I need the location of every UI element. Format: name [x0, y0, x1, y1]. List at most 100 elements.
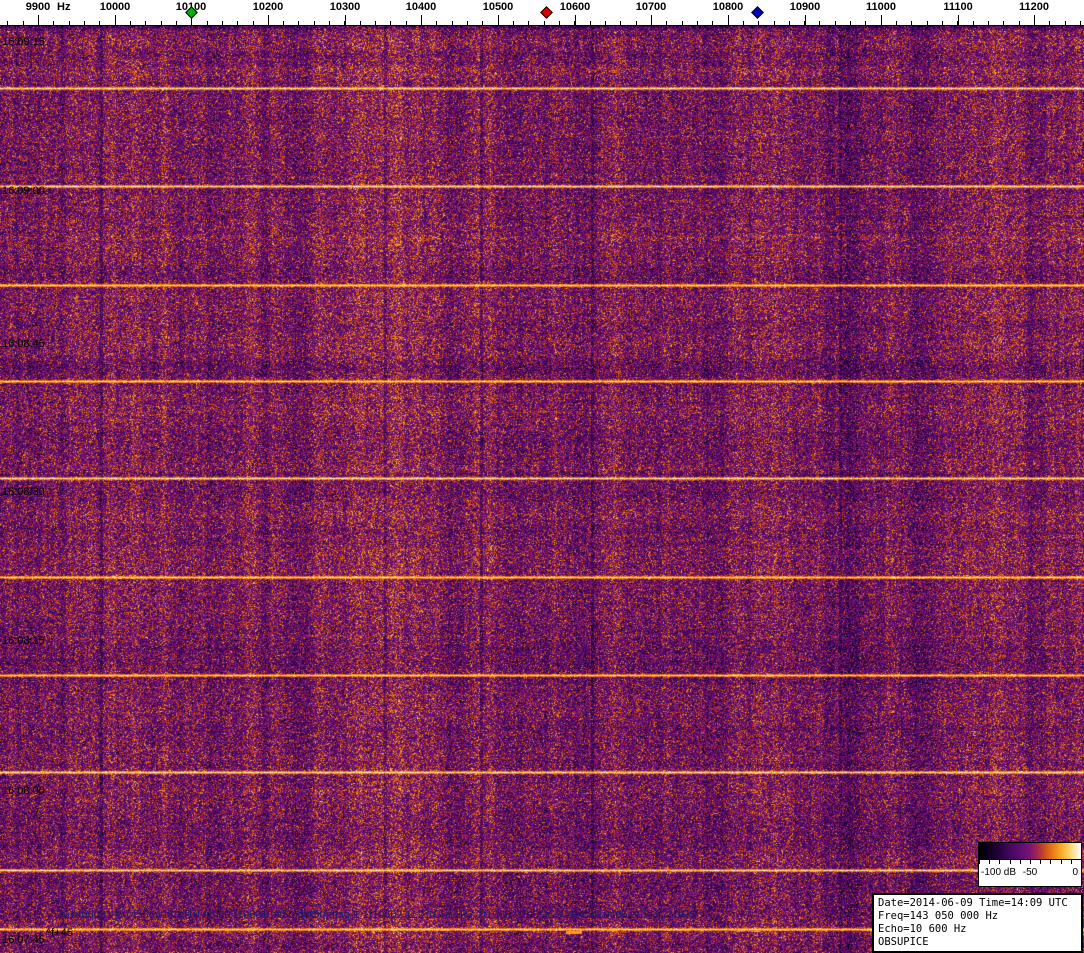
- freq-minor-tick: [222, 21, 223, 26]
- freq-minor-tick: [84, 21, 85, 26]
- freq-minor-tick: [636, 21, 637, 26]
- freq-minor-tick: [712, 21, 713, 26]
- red-diamond-marker-icon[interactable]: [540, 6, 553, 19]
- amplitude-color-scale: -100 dB -50 0: [978, 842, 1082, 887]
- scale-tick: [1070, 860, 1072, 864]
- freq-minor-tick: [283, 21, 284, 26]
- freq-minor-tick: [513, 21, 514, 26]
- freq-tick-label: 10600: [559, 1, 591, 13]
- freq-minor-tick: [207, 21, 208, 26]
- freq-minor-tick: [850, 21, 851, 26]
- freq-minor-tick: [298, 21, 299, 26]
- freq-minor-tick: [406, 21, 407, 26]
- spectrum-waterfall-app: Hz 9900100001010010200103001040010500106…: [0, 0, 1084, 953]
- freq-minor-tick: [728, 21, 729, 26]
- freq-major-tick: [805, 15, 806, 26]
- scale-tick: [1009, 860, 1011, 864]
- freq-minor-tick: [1019, 21, 1020, 26]
- freq-minor-tick: [957, 21, 958, 26]
- freq-minor-tick: [498, 21, 499, 26]
- freq-minor-tick: [38, 21, 39, 26]
- scale-tick: [979, 860, 980, 864]
- freq-minor-tick: [268, 21, 269, 26]
- freq-minor-tick: [620, 21, 621, 26]
- freq-minor-tick: [574, 21, 575, 26]
- freq-minor-tick: [865, 21, 866, 26]
- freq-minor-tick: [544, 21, 545, 26]
- scale-label-max: 0: [1072, 867, 1078, 878]
- freq-minor-tick: [804, 21, 805, 26]
- freq-minor-tick: [436, 21, 437, 26]
- freq-minor-tick: [176, 21, 177, 26]
- scale-tick: [1050, 860, 1052, 864]
- freq-minor-tick: [7, 21, 8, 26]
- freq-tick-label: 11000: [866, 1, 896, 13]
- freq-minor-tick: [1080, 21, 1081, 26]
- freq-minor-tick: [1065, 21, 1066, 26]
- amplitude-gradient-bar: [979, 843, 1081, 860]
- cursor-readout: ^f+45: [46, 927, 73, 939]
- freq-minor-tick: [145, 21, 146, 26]
- freq-minor-tick: [896, 21, 897, 26]
- freq-minor-tick: [988, 21, 989, 26]
- freq-minor-tick: [605, 21, 606, 26]
- freq-tick-label: 10200: [252, 1, 284, 13]
- freq-minor-tick: [528, 21, 529, 26]
- freq-minor-tick: [344, 21, 345, 26]
- scale-tick: [1030, 860, 1031, 864]
- freq-tick-label: 10400: [405, 1, 437, 13]
- scale-tick: [989, 860, 991, 864]
- freq-minor-tick: [835, 21, 836, 26]
- freq-minor-tick: [973, 21, 974, 26]
- freq-minor-tick: [1049, 21, 1050, 26]
- freq-minor-tick: [1034, 21, 1035, 26]
- info-date-time: Date=2014-06-09 Time=14:09 UTC: [878, 897, 1068, 909]
- freq-minor-tick: [130, 21, 131, 26]
- freq-minor-tick: [23, 21, 24, 26]
- freq-minor-tick: [99, 21, 100, 26]
- freq-minor-tick: [682, 21, 683, 26]
- freq-minor-tick: [758, 21, 759, 26]
- freq-minor-tick: [774, 21, 775, 26]
- freq-minor-tick: [53, 21, 54, 26]
- scale-tick: [1081, 860, 1082, 864]
- freq-minor-tick: [819, 21, 820, 26]
- freq-tick-label: 10900: [789, 1, 821, 13]
- freq-minor-tick: [942, 21, 943, 26]
- freq-minor-tick: [390, 21, 391, 26]
- info-station: OBSUPICE: [878, 936, 929, 948]
- freq-minor-tick: [69, 21, 70, 26]
- freq-minor-tick: [789, 21, 790, 26]
- freq-minor-tick: [482, 21, 483, 26]
- spectrogram-waterfall[interactable]: [0, 26, 1084, 953]
- scale-tick: [1040, 860, 1042, 864]
- freq-tick-label: 10500: [482, 1, 514, 13]
- freq-minor-tick: [375, 21, 376, 26]
- freq-minor-tick: [237, 21, 238, 26]
- freq-tick-label: 10300: [329, 1, 361, 13]
- freq-major-tick: [345, 15, 346, 26]
- freq-minor-tick: [697, 21, 698, 26]
- freq-minor-tick: [559, 21, 560, 26]
- detection-log-line: 20140608140745364 hCnt10 nb-83 f10601 hi…: [57, 909, 696, 921]
- scale-tick: [1060, 860, 1062, 864]
- freq-minor-tick: [927, 21, 928, 26]
- freq-minor-tick: [743, 21, 744, 26]
- freq-major-tick: [958, 15, 959, 26]
- scale-label-min: -100 dB: [981, 867, 1017, 878]
- status-info-box: Date=2014-06-09 Time=14:09 UTC Freq=143 …: [872, 893, 1083, 953]
- freq-tick-label: 10800: [712, 1, 744, 13]
- freq-minor-tick: [191, 21, 192, 26]
- frequency-axis[interactable]: Hz 9900100001010010200103001040010500106…: [0, 0, 1084, 26]
- freq-minor-tick: [452, 21, 453, 26]
- freq-minor-tick: [360, 21, 361, 26]
- freq-minor-tick: [881, 21, 882, 26]
- freq-minor-tick: [651, 21, 652, 26]
- freq-minor-tick: [666, 21, 667, 26]
- freq-minor-tick: [590, 21, 591, 26]
- info-echo: Echo=10 600 Hz: [878, 923, 967, 935]
- scale-label-mid: -50: [1022, 867, 1038, 878]
- blue-diamond-marker-icon[interactable]: [751, 6, 764, 19]
- freq-minor-tick: [329, 21, 330, 26]
- freq-tick-label: 10700: [635, 1, 667, 13]
